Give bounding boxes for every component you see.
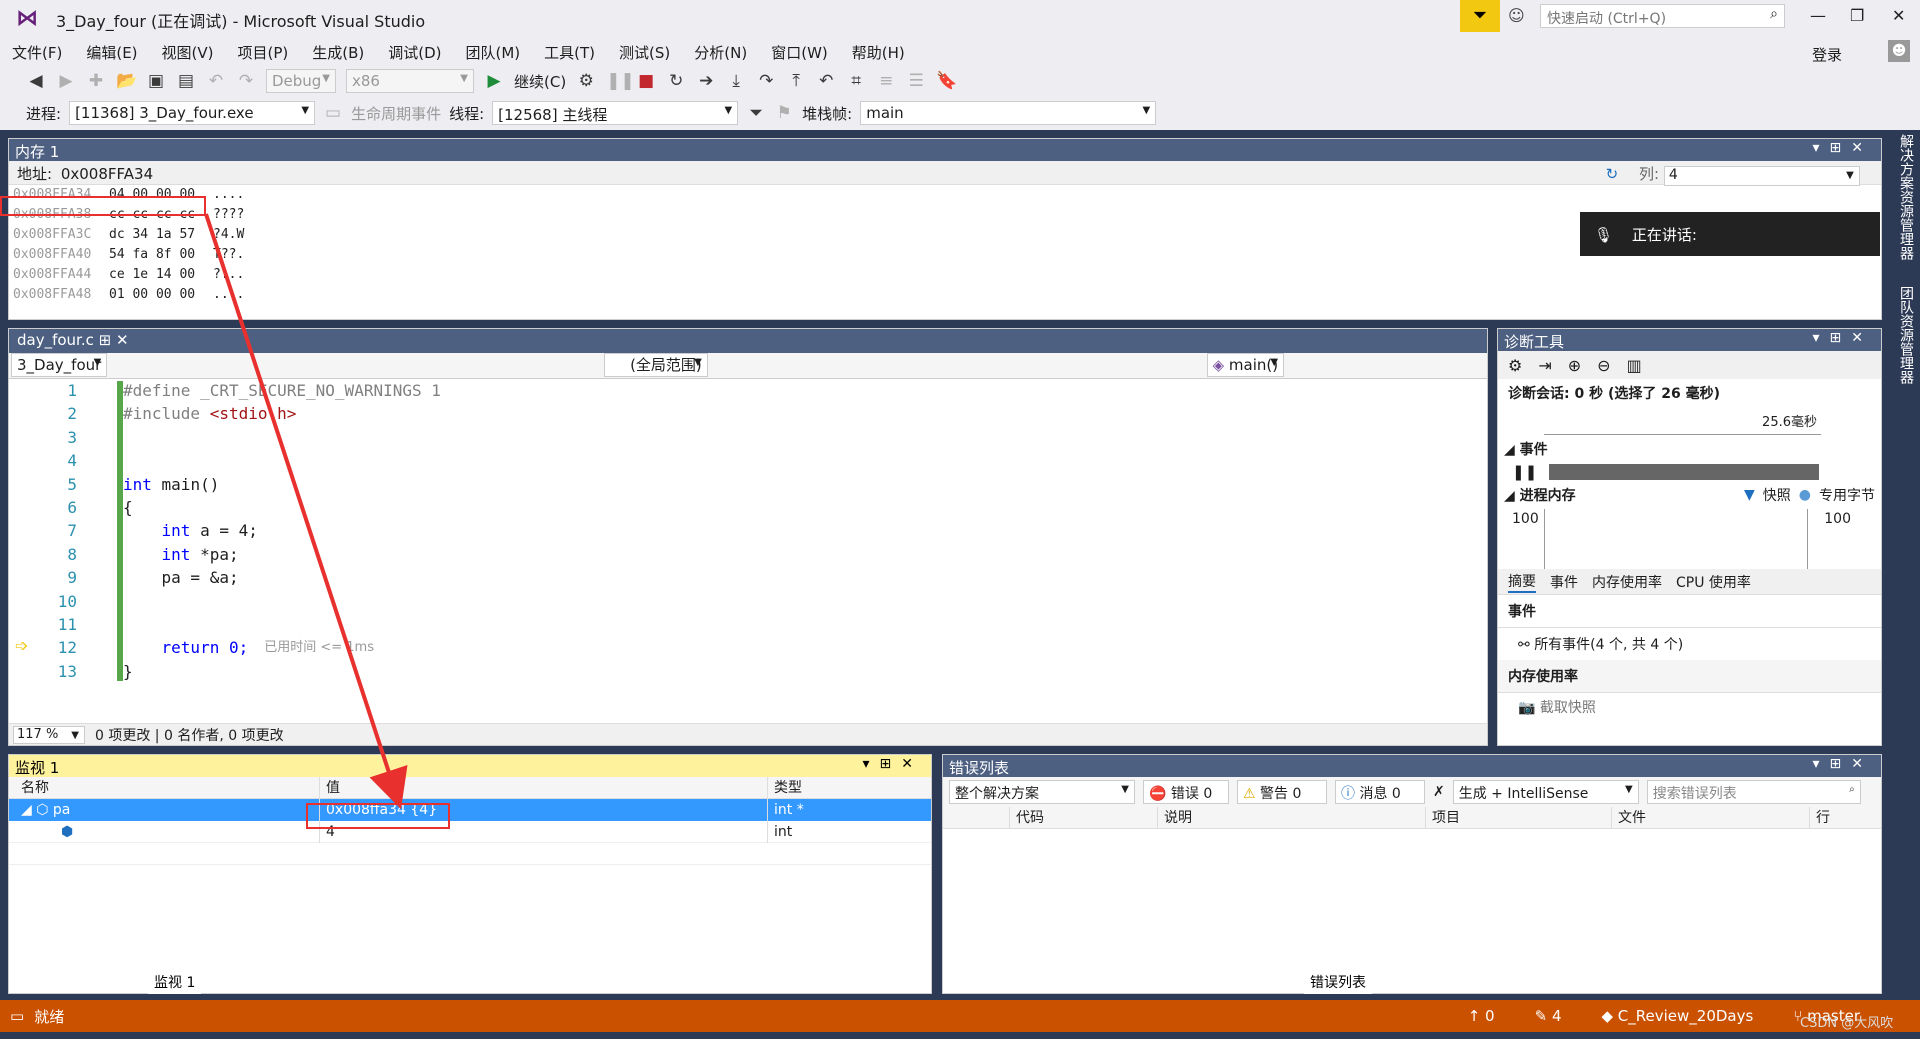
annotation-arrow	[204, 213, 408, 810]
